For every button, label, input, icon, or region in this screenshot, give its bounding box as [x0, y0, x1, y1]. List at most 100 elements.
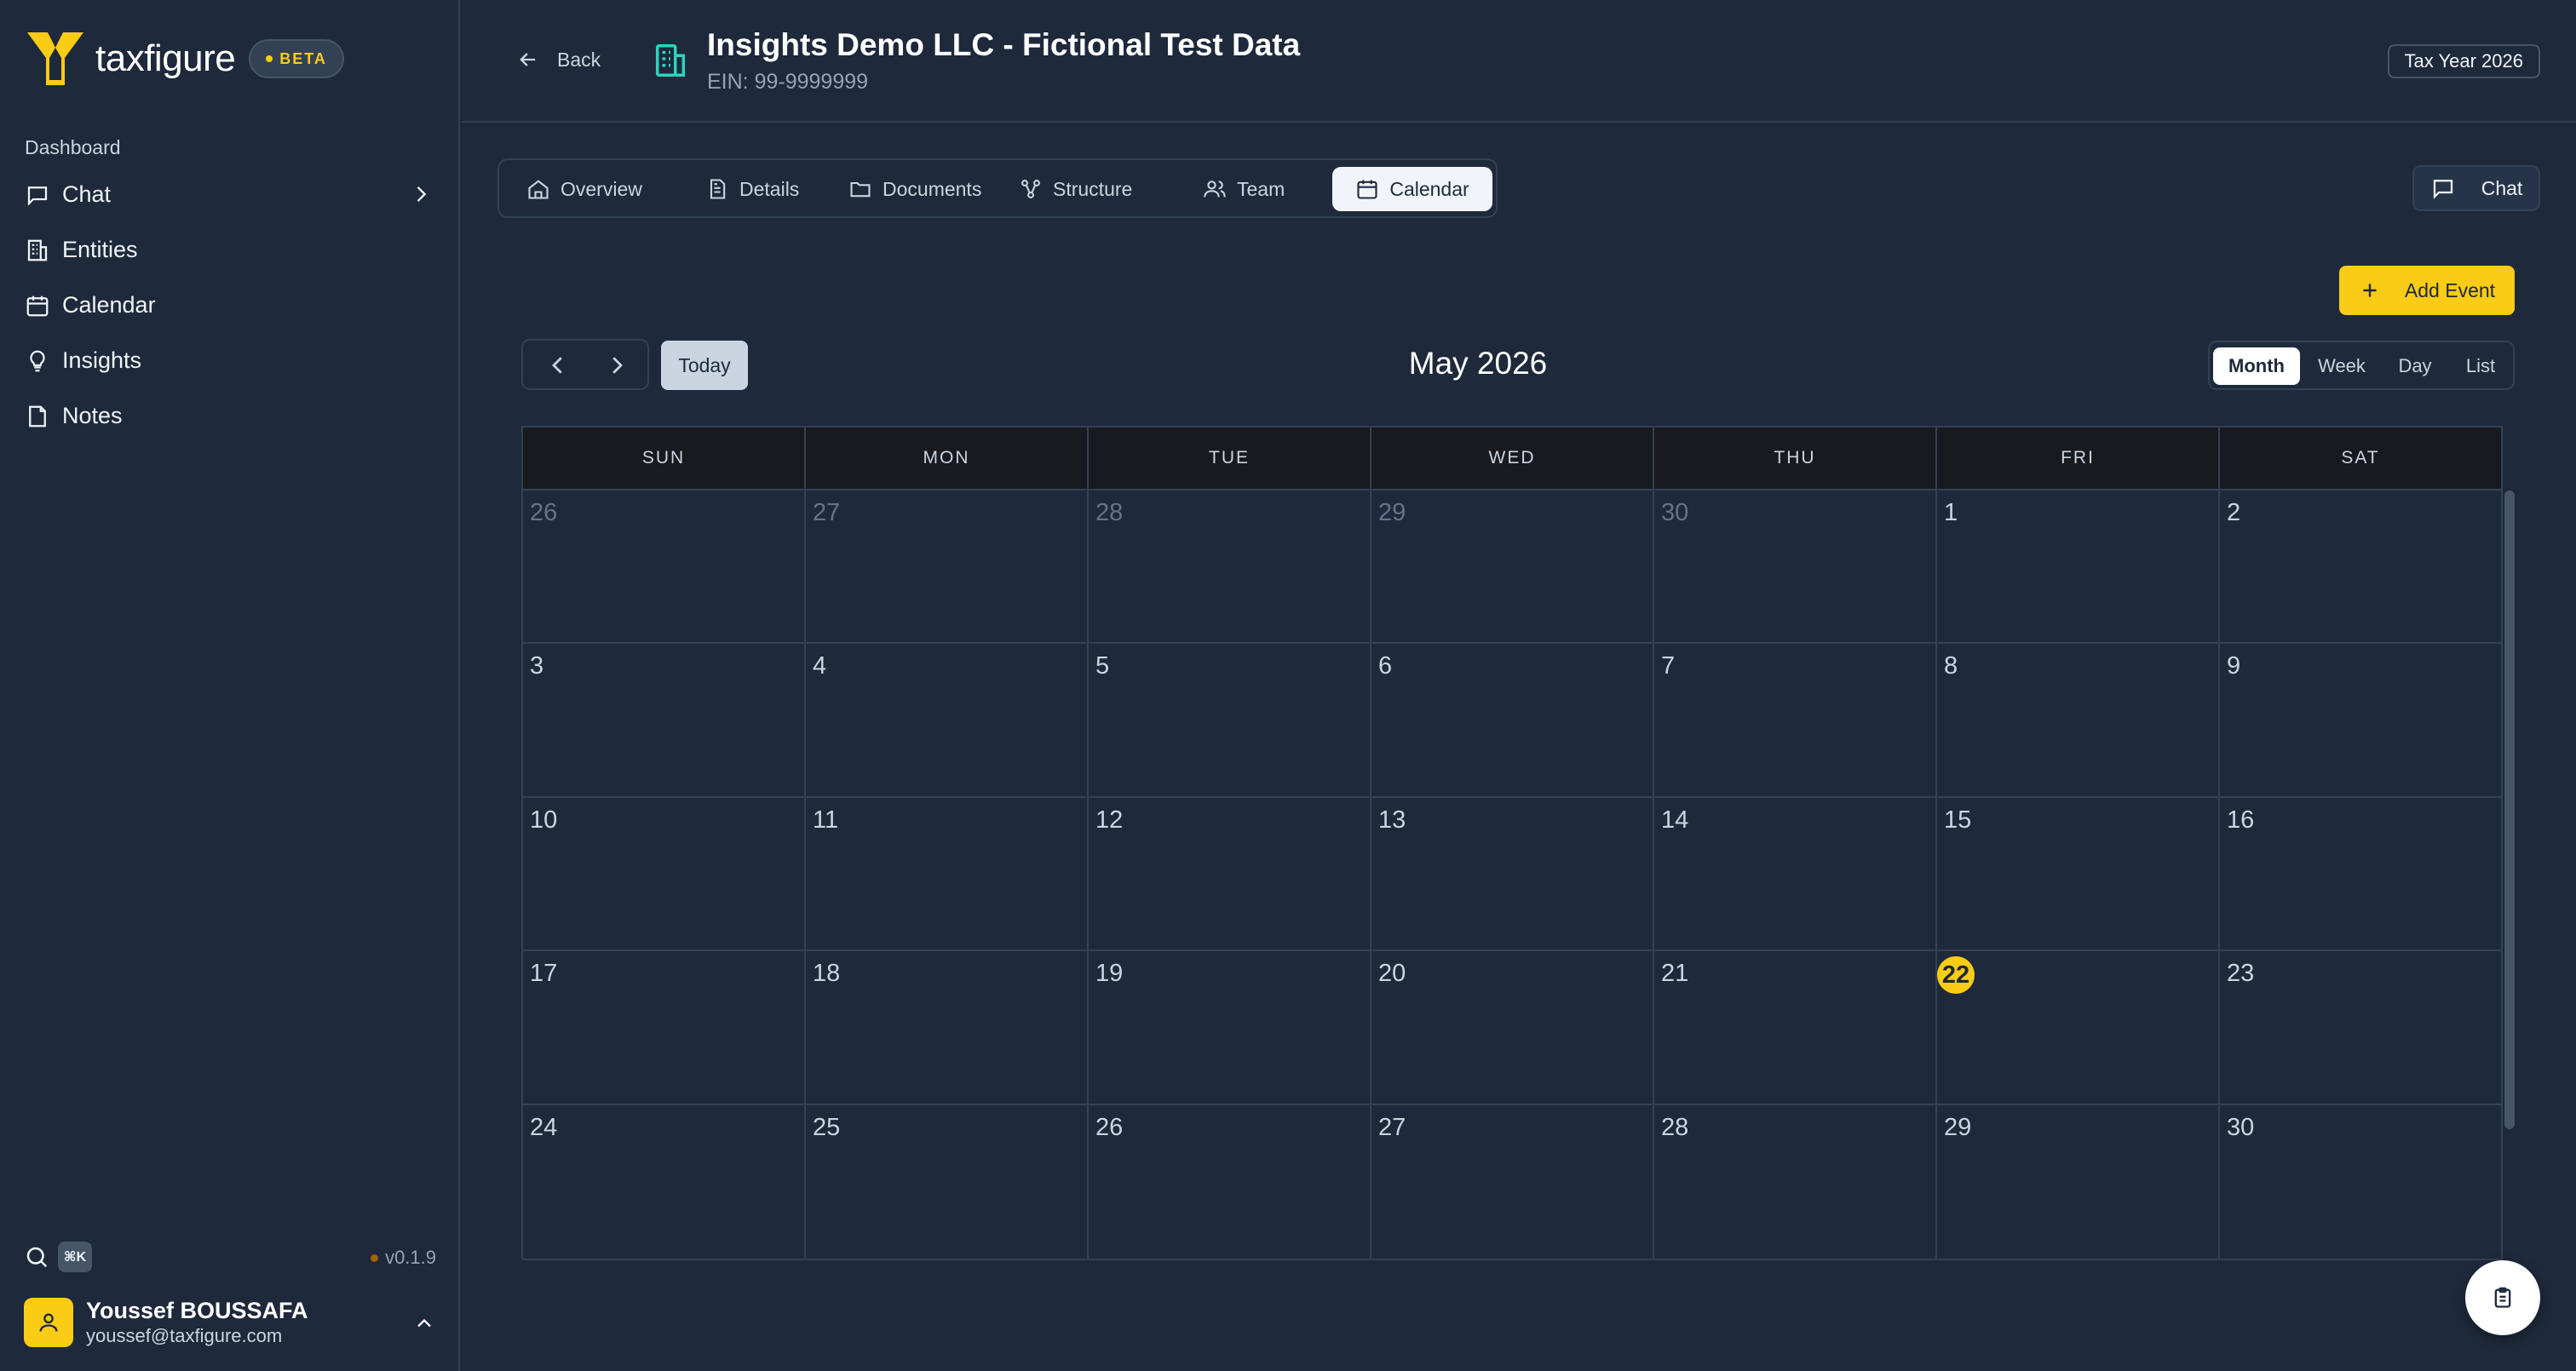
building-icon: [655, 44, 686, 77]
sidebar-item-label: Calendar: [62, 292, 156, 318]
day-number: 28: [1661, 1113, 1689, 1141]
calendar-weekday-header: SUN MON TUE WED THU FRI SAT: [521, 426, 2503, 490]
sidebar-item-entities[interactable]: Entities: [0, 222, 458, 278]
message-square-icon: [27, 186, 48, 206]
calendar-day-cell[interactable]: 25: [806, 1104, 1089, 1259]
calendar-day-cell[interactable]: 16: [2220, 797, 2503, 952]
day-number: 26: [530, 499, 558, 526]
weekday-label: TUE: [1089, 427, 1371, 489]
calendar-day-cell[interactable]: 5: [1089, 644, 1371, 798]
calendar-day-cell[interactable]: 23: [2220, 951, 2503, 1105]
arrow-left-icon: [520, 53, 536, 66]
weekday-label: FRI: [1937, 427, 2220, 489]
chevron-up-icon[interactable]: [412, 1311, 436, 1335]
calendar-day-cell[interactable]: 26: [523, 490, 806, 645]
calendar-day-cell[interactable]: 17: [523, 951, 806, 1105]
user-menu[interactable]: Youssef BOUSSAFA youssef@taxfigure.com: [24, 1294, 436, 1351]
calendar-grid: SUN MON TUE WED THU FRI SAT 26 27 28 29 …: [521, 426, 2515, 1260]
tab-label: Details: [739, 177, 800, 200]
calendar-scrollbar-thumb[interactable]: [2504, 490, 2515, 1129]
weekday-label: THU: [1654, 427, 1937, 489]
chevron-right-icon[interactable]: [604, 353, 630, 378]
view-month-button[interactable]: Month: [2213, 347, 2300, 385]
tax-year-badge[interactable]: Tax Year 2026: [2387, 44, 2540, 78]
sidebar-item-calendar[interactable]: Calendar: [0, 278, 458, 333]
logo[interactable]: taxfigure BETA: [24, 29, 344, 89]
calendar-day-cell[interactable]: 30: [2220, 1104, 2503, 1259]
calendar-day-cell[interactable]: 19: [1089, 951, 1371, 1105]
sidebar-footer: ⌘K v0.1.9: [24, 1240, 436, 1274]
calendar-day-cell[interactable]: 8: [1937, 644, 2220, 798]
calendar-day-cell[interactable]: 13: [1371, 797, 1654, 952]
calendar-day-cell[interactable]: 6: [1371, 644, 1654, 798]
calendar-day-cell[interactable]: 27: [806, 490, 1089, 645]
chevron-right-icon[interactable]: [409, 182, 433, 206]
calendar-day-cell[interactable]: 29: [1371, 490, 1654, 645]
tab-overview[interactable]: Overview: [511, 167, 658, 211]
home-icon: [528, 180, 549, 199]
calendar-day-cell[interactable]: 7: [1654, 644, 1937, 798]
calendar-day-cell[interactable]: 28: [1089, 490, 1371, 645]
calendar-day-cell[interactable]: 27: [1371, 1104, 1654, 1259]
calendar-day-cell[interactable]: 15: [1937, 797, 2220, 952]
tab-label: Overview: [561, 177, 642, 200]
calendar-day-cell[interactable]: 14: [1654, 797, 1937, 952]
calendar-day-cell[interactable]: 30: [1654, 490, 1937, 645]
day-number: 13: [1378, 806, 1406, 834]
calendar-day-cell[interactable]: 2: [2220, 490, 2503, 645]
day-number: 11: [813, 806, 839, 834]
calendar-day-cell[interactable]: 1: [1937, 490, 2220, 645]
tab-label: Calendar: [1389, 177, 1469, 200]
day-number: 29: [1944, 1113, 1972, 1141]
chevron-left-icon[interactable]: [545, 353, 571, 378]
sidebar-item-insights[interactable]: Insights: [0, 333, 458, 388]
version-dot: [371, 1253, 379, 1262]
entity-ein: EIN: 99-9999999: [707, 70, 869, 94]
search-icon[interactable]: [24, 1244, 49, 1270]
calendar-day-cell[interactable]: 24: [523, 1104, 806, 1259]
app-name: taxfigure: [95, 37, 236, 79]
weekday-label: MON: [806, 427, 1089, 489]
lightbulb-icon: [30, 350, 45, 371]
calendar-day-cell[interactable]: 3: [523, 644, 806, 798]
day-number: 27: [813, 499, 841, 526]
day-number: 29: [1378, 499, 1406, 526]
calendar-day-cell[interactable]: 4: [806, 644, 1089, 798]
tab-team[interactable]: Team: [1187, 167, 1300, 211]
calendar-day-cell[interactable]: 29: [1937, 1104, 2220, 1259]
calendar-day-cell[interactable]: 21: [1654, 951, 1937, 1105]
tab-details[interactable]: Details: [690, 167, 814, 211]
sidebar-item-notes[interactable]: Notes: [0, 388, 458, 444]
day-number: 30: [2227, 1113, 2255, 1141]
clipboard-fab-button[interactable]: [2465, 1260, 2540, 1335]
today-button[interactable]: Today: [661, 341, 748, 390]
view-week-button[interactable]: Week: [2303, 347, 2380, 385]
tab-documents[interactable]: Documents: [833, 167, 997, 211]
day-number: 27: [1378, 1113, 1406, 1141]
calendar-day-cell[interactable]: 12: [1089, 797, 1371, 952]
calendar-day-cell[interactable]: 28: [1654, 1104, 1937, 1259]
back-button[interactable]: Back: [516, 48, 601, 72]
calendar-day-cell[interactable]: 11: [806, 797, 1089, 952]
calendar-day-cell[interactable]: 20: [1371, 951, 1654, 1105]
folder-icon: [850, 181, 871, 198]
calendar-day-cell[interactable]: 18: [806, 951, 1089, 1105]
day-number: 1: [1944, 499, 1958, 526]
calendar-day-cell-today[interactable]: 22: [1937, 951, 2220, 1105]
sidebar-item-label: Notes: [62, 403, 123, 428]
tab-structure[interactable]: Structure: [1003, 167, 1147, 211]
sidebar-item-chat[interactable]: Chat: [0, 167, 458, 222]
view-list-button[interactable]: List: [2450, 347, 2511, 385]
app-version: v0.1.9: [371, 1247, 436, 1269]
tab-calendar[interactable]: Calendar: [1332, 167, 1492, 211]
chat-button[interactable]: Chat: [2412, 165, 2540, 211]
calendar-icon: [26, 295, 49, 316]
day-number: 24: [530, 1113, 558, 1141]
calendar-day-cell[interactable]: 10: [523, 797, 806, 952]
today-marker: 22: [1937, 956, 1975, 995]
add-event-button[interactable]: Add Event: [2339, 266, 2515, 315]
calendar-day-cell[interactable]: 9: [2220, 644, 2503, 798]
view-day-button[interactable]: Day: [2383, 347, 2447, 385]
calendar-day-cell[interactable]: 26: [1089, 1104, 1371, 1259]
tab-label: Structure: [1053, 177, 1133, 200]
